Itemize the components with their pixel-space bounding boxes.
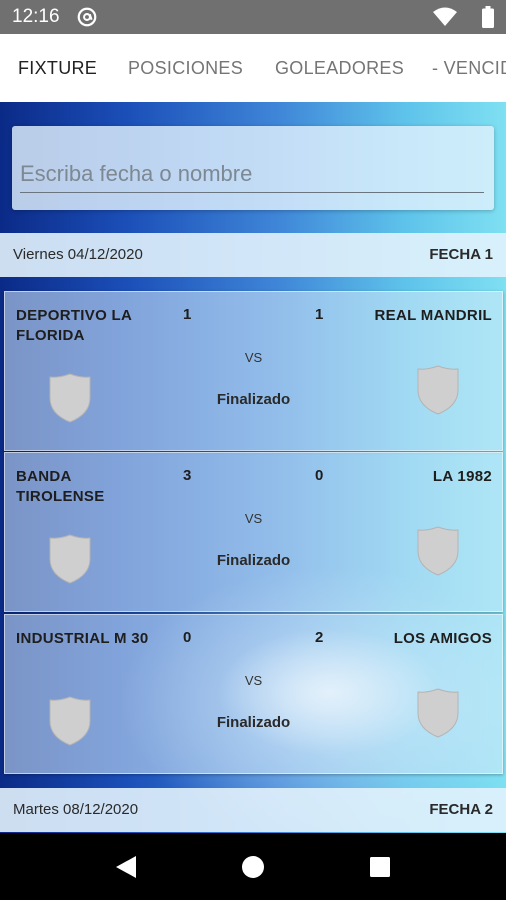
date-header: Martes 08/12/2020 FECHA 2	[0, 788, 506, 832]
wifi-icon	[433, 7, 457, 26]
home-score: 1	[183, 306, 192, 323]
at-sign-icon	[77, 7, 97, 27]
home-icon[interactable]	[241, 855, 265, 879]
recents-icon[interactable]	[369, 856, 391, 878]
round-label: FECHA 1	[429, 246, 493, 263]
home-team-name: DEPORTIVO LA FLORIDA	[16, 307, 132, 344]
status-bar: 12:16	[0, 0, 506, 34]
home-team-name: BANDA TIROLENSE	[16, 468, 105, 505]
away-team-name: LA 1982	[432, 468, 492, 485]
tab-bar: FIXTURE POSICIONES GOLEADORES - VENCID	[0, 34, 506, 102]
fixture-content[interactable]: Viernes 04/12/2020 FECHA 1 DEPORTIVO LA …	[0, 102, 506, 833]
away-shield-icon	[417, 526, 459, 576]
navigation-bar	[0, 833, 506, 900]
tab-fixture[interactable]: FIXTURE	[18, 34, 97, 102]
home-shield-icon	[49, 534, 91, 584]
match-card[interactable]: BANDA TIROLENSE 3 0 LA 1982 VS Finalizad…	[4, 452, 503, 612]
match-card[interactable]: INDUSTRIAL M 30 0 2 LOS AMIGOS VS Finali…	[4, 614, 503, 774]
away-shield-icon	[417, 688, 459, 738]
home-score: 0	[183, 629, 192, 646]
battery-icon	[482, 6, 494, 28]
tab-vencidos[interactable]: - VENCID	[432, 34, 506, 102]
away-team-name: REAL MANDRIL	[374, 307, 492, 324]
home-shield-icon	[49, 696, 91, 746]
search-card	[12, 126, 494, 210]
status-time: 12:16	[12, 6, 60, 27]
away-team-name: LOS AMIGOS	[393, 630, 492, 647]
match-date: Viernes 04/12/2020	[13, 246, 143, 263]
vs-label: VS	[244, 673, 263, 688]
tab-goleadores[interactable]: GOLEADORES	[275, 34, 404, 102]
back-icon[interactable]	[114, 854, 138, 880]
date-header: Viernes 04/12/2020 FECHA 1	[0, 233, 506, 277]
search-input[interactable]	[20, 156, 484, 193]
match-date: Martes 08/12/2020	[13, 801, 139, 818]
away-score: 0	[315, 467, 324, 484]
away-score: 2	[315, 629, 324, 646]
round-label: FECHA 2	[429, 801, 493, 818]
home-shield-icon	[49, 373, 91, 423]
away-score: 1	[315, 306, 324, 323]
away-shield-icon	[417, 365, 459, 415]
vs-label: VS	[244, 511, 263, 526]
vs-label: VS	[244, 350, 263, 365]
home-team-name: INDUSTRIAL M 30	[16, 630, 149, 647]
home-score: 3	[183, 467, 192, 484]
tab-posiciones[interactable]: POSICIONES	[128, 34, 243, 102]
match-card[interactable]: DEPORTIVO LA FLORIDA 1 1 REAL MANDRIL VS…	[4, 291, 503, 451]
